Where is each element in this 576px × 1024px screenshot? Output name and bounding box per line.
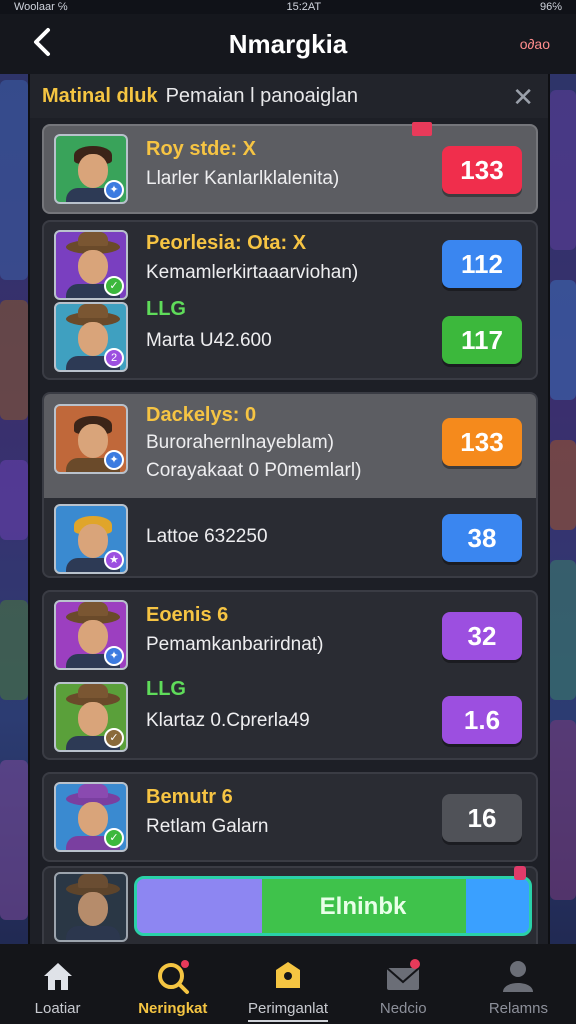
status-bar: Woolaar ℅ 15:2AT 96℅: [0, 0, 576, 14]
score-badge: 16: [442, 794, 522, 842]
search-icon: [157, 960, 189, 994]
panel-highlight: Matinal dluk: [42, 84, 158, 107]
rank-badge-icon: ✦: [104, 450, 124, 470]
score-badge: 117: [442, 316, 522, 364]
score-badge: 32: [442, 612, 522, 660]
leaderboard-card[interactable]: ✦ Eoenis 6 Pemamkanbarirdnat) 32 ✓ LLG K…: [42, 590, 538, 760]
nav-label: Neringkat: [138, 1000, 208, 1017]
avatar: ✦: [54, 600, 128, 670]
player-desc: Retlam Galarn: [146, 816, 269, 837]
player-desc: Pemamkanbarirdnat): [146, 634, 324, 655]
avatar: ✓: [54, 782, 128, 852]
player-name: Dackelys: 0: [146, 404, 257, 426]
rank-badge-icon: 2: [104, 348, 124, 368]
rank-badge-icon: ✓: [104, 728, 124, 748]
nav-item-messages[interactable]: Nedcio: [346, 944, 461, 1024]
panel-header: Matinal dluk Pemaian l panoaiglan ✕: [30, 74, 548, 118]
player-desc: Burorahernlnayeblam): [146, 432, 334, 453]
player-name: Bemutr 6: [146, 786, 233, 808]
user-icon: [503, 961, 534, 992]
rank-badge-icon: ✓: [104, 828, 124, 848]
status-time: 15:2AT: [286, 1, 322, 13]
avatar: 2: [54, 302, 128, 372]
progress-row: Elninbk: [42, 866, 538, 944]
score-badge: 133: [442, 418, 522, 466]
avatar: ✦: [54, 134, 128, 204]
leaderboard-card[interactable]: ✓ Peorlesia: Ota: X Kemamlerkirtaaarvioh…: [42, 220, 538, 380]
score-badge: 1.6: [442, 696, 522, 744]
player-desc-secondary: Corayakaat 0 P0memlarl): [146, 460, 362, 481]
nav-label: Relamns: [488, 1000, 548, 1017]
notification-icon: [514, 866, 526, 880]
player-name: LLG: [146, 678, 186, 700]
bottom-nav: Loatiar Neringkat Perimganlat Nedcio Rel…: [0, 944, 576, 1024]
player-desc: Kemamlerkirtaaarviohan): [146, 262, 359, 283]
avatar: [54, 872, 128, 942]
status-left: Woolaar ℅: [14, 1, 68, 13]
header-code[interactable]: o∂ao: [520, 36, 550, 52]
status-battery: 96℅: [540, 1, 562, 13]
leaderboard-card[interactable]: ✦ Roy stde: X Llarler Kanlarlklalenita) …: [42, 124, 538, 214]
home-icon: [43, 963, 72, 990]
rank-badge-icon: ✦: [104, 646, 124, 666]
nav-item-notifications[interactable]: Perimganlat: [230, 944, 345, 1024]
close-icon[interactable]: ✕: [512, 82, 534, 113]
leaderboard-card[interactable]: ✓ Bemutr 6 Retlam Galarn 16: [42, 772, 538, 862]
rank-badge-icon: ★: [104, 550, 124, 570]
progress-label: Elninbk: [319, 893, 407, 920]
avatar: ✦: [54, 404, 128, 474]
leaderboard-card[interactable]: ✦ Dackelys: 0 Burorahernlnayeblam) Coray…: [42, 392, 538, 578]
score-badge: 38: [442, 514, 522, 562]
score-badge: 133: [442, 146, 522, 194]
player-desc: Klartaz 0.Cprerla49: [146, 710, 310, 731]
app-header: Nmargkia o∂ao: [0, 14, 576, 74]
player-desc: Lattoe 632250: [146, 526, 268, 547]
bell-icon: [276, 962, 300, 988]
page-title: Nmargkia: [228, 29, 348, 59]
nav-label: Loatiar: [34, 1000, 81, 1017]
panel-title: Pemaian l panoaiglan: [165, 84, 358, 107]
rank-badge-icon: ✦: [104, 180, 124, 200]
leaderboard-panel: Matinal dluk Pemaian l panoaiglan ✕ ✦ Ro…: [28, 74, 550, 944]
nav-item-home[interactable]: Loatiar: [0, 944, 115, 1024]
player-desc: Marta U42.600: [146, 330, 272, 351]
player-name: Eoenis 6: [146, 604, 229, 626]
nav-item-profile[interactable]: Relamns: [461, 944, 576, 1024]
player-name: LLG: [146, 298, 186, 320]
player-desc: Llarler Kanlarlklalenita): [146, 168, 340, 189]
avatar: ✓: [54, 682, 128, 752]
avatar: ✓: [54, 230, 128, 300]
player-name: Peorlesia: Ota: X: [146, 232, 307, 254]
nav-label: Nedcio: [379, 1000, 427, 1017]
avatar: ★: [54, 504, 128, 574]
bookmark-icon: [412, 122, 432, 136]
score-badge: 112: [442, 240, 522, 288]
nav-label: Perimganlat: [247, 1000, 329, 1017]
player-name: Roy stde: X: [146, 138, 257, 160]
active-indicator: [248, 1020, 328, 1022]
progress-bar[interactable]: Elninbk: [134, 876, 532, 936]
mail-icon: [386, 959, 421, 990]
rank-badge-icon: ✓: [104, 276, 124, 296]
nav-item-ranking[interactable]: Neringkat: [115, 944, 230, 1024]
